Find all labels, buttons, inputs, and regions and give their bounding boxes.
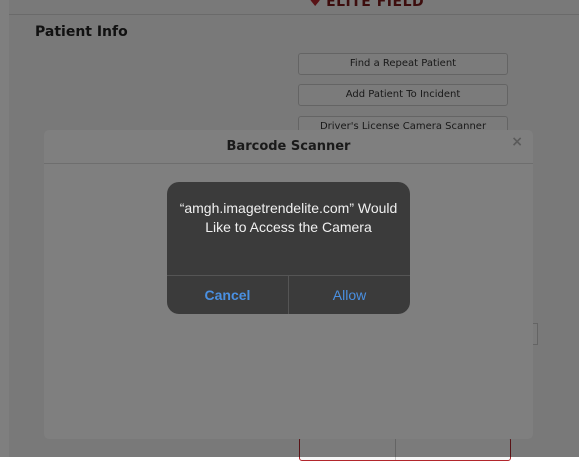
allow-button[interactable]: Allow bbox=[289, 276, 410, 314]
alert-message: “amgh.imagetrendelite.com” Would Like to… bbox=[179, 200, 398, 235]
cancel-button[interactable]: Cancel bbox=[167, 276, 288, 314]
camera-permission-alert: “amgh.imagetrendelite.com” Would Like to… bbox=[167, 182, 410, 314]
close-icon[interactable]: × bbox=[511, 134, 523, 150]
modal-title: Barcode Scanner bbox=[226, 139, 351, 154]
modal-header: Barcode Scanner bbox=[44, 130, 533, 164]
